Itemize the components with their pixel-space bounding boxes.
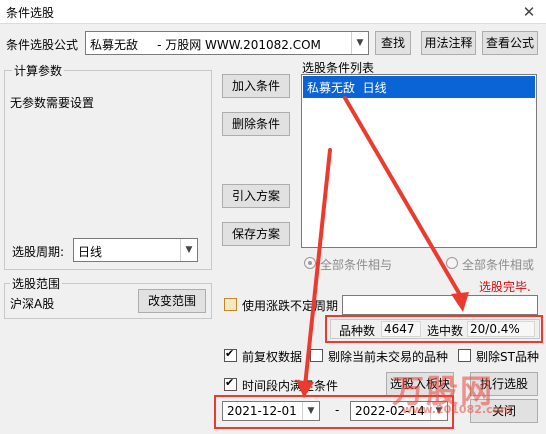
watermark-url: www.201082.com — [402, 403, 512, 416]
arrow-head-icon — [296, 380, 314, 398]
arrow-to-counts — [343, 96, 465, 302]
arrow-to-dates — [303, 148, 332, 388]
arrow-head-icon — [451, 292, 469, 312]
